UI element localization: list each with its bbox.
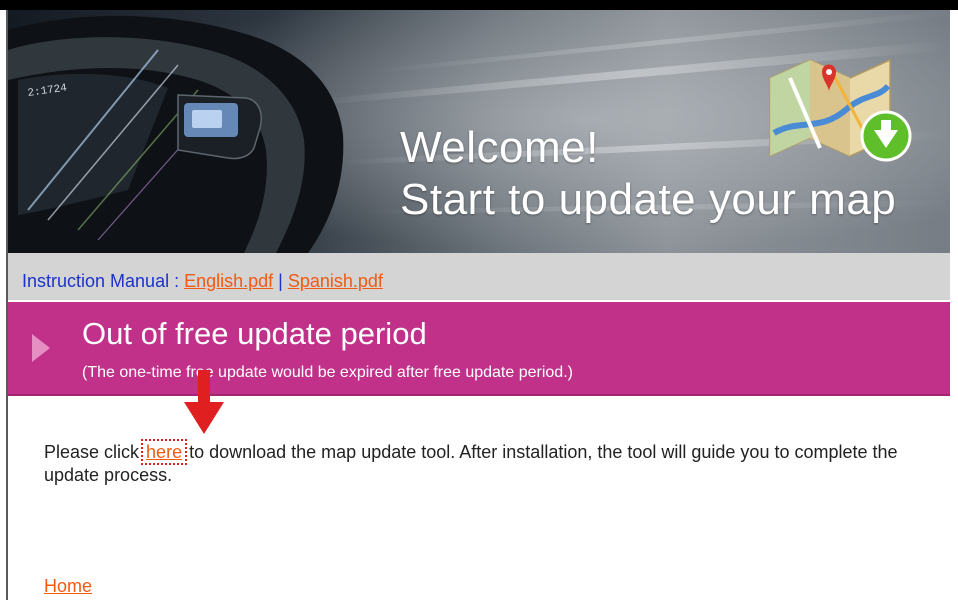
download-instructions: Please click here to download the map up… xyxy=(44,439,924,487)
instruction-prefix: Please click xyxy=(44,442,145,462)
status-banner: Out of free update period (The one-time … xyxy=(8,302,950,396)
update-map-line: Start to update your map xyxy=(400,175,897,224)
header-banner: 2:1724 Welcome! Start to update your map xyxy=(8,10,950,253)
instruction-label: Instruction Manual : xyxy=(22,271,185,291)
page: 2:1724 Welcome! Start to update your map… xyxy=(0,0,958,600)
red-down-arrow-icon xyxy=(184,370,224,434)
welcome-heading: Welcome! Start to update your map xyxy=(400,122,896,226)
top-strip xyxy=(0,0,958,10)
welcome-line: Welcome! xyxy=(400,123,599,172)
status-title: Out of free update period xyxy=(82,316,427,351)
home-link[interactable]: Home xyxy=(44,576,92,597)
instruction-bar: Instruction Manual : English.pdf | Spani… xyxy=(8,253,950,300)
download-here-link[interactable]: here xyxy=(141,439,188,465)
status-subtitle: (The one-time free update would be expir… xyxy=(82,364,573,381)
spanish-pdf-link[interactable]: Spanish.pdf xyxy=(288,271,383,291)
play-arrow-icon xyxy=(32,334,50,362)
link-separator: | xyxy=(273,271,288,291)
english-pdf-link[interactable]: English.pdf xyxy=(184,271,273,291)
instruction-manual: Instruction Manual : English.pdf | Spani… xyxy=(22,271,383,292)
